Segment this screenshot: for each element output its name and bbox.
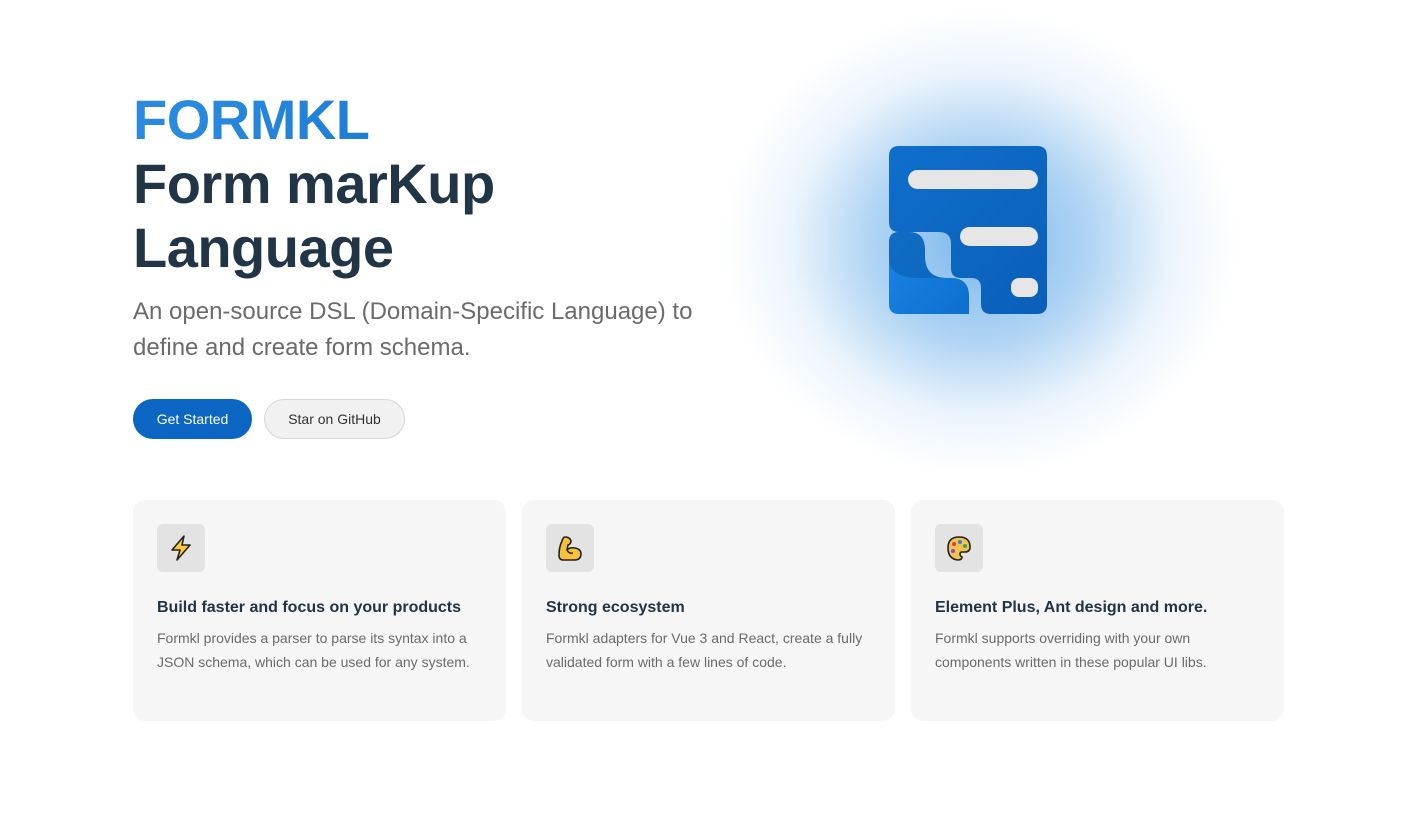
hero-text: Form marKup Language xyxy=(133,152,495,279)
get-started-button[interactable]: Get Started xyxy=(133,399,252,439)
hero-heading: FORMKL Form marKup Language xyxy=(133,88,753,280)
star-on-github-button[interactable]: Star on GitHub xyxy=(264,399,405,439)
feature-details: Formkl adapters for Vue 3 and React, cre… xyxy=(546,630,863,670)
flexed-biceps-icon xyxy=(546,524,594,572)
formkl-logo-icon xyxy=(889,146,1047,314)
hero-image xyxy=(720,8,1240,478)
hero-actions: Get Started Star on GitHub xyxy=(133,399,753,439)
feature-details: Formkl provides a parser to parse its sy… xyxy=(157,630,470,670)
feature-title: Strong ecosystem xyxy=(546,599,685,616)
feature-card: Element Plus, Ant design and more. Formk… xyxy=(911,500,1284,721)
feature-card: Build faster and focus on your products … xyxy=(133,500,506,721)
feature-title: Element Plus, Ant design and more. xyxy=(935,599,1208,616)
hero-name: FORMKL xyxy=(133,88,753,152)
hero-tagline: An open-source DSL (Domain-Specific Lang… xyxy=(133,298,693,361)
lightning-icon xyxy=(157,524,205,572)
features: Build faster and focus on your products … xyxy=(133,500,1284,721)
feature-card: Strong ecosystem Formkl adapters for Vue… xyxy=(522,500,895,721)
hero: FORMKL Form marKup Language An open-sour… xyxy=(133,88,753,439)
feature-title: Build faster and focus on your products xyxy=(157,599,462,616)
palette-icon xyxy=(935,524,983,572)
feature-details: Formkl supports overriding with your own… xyxy=(935,630,1207,670)
